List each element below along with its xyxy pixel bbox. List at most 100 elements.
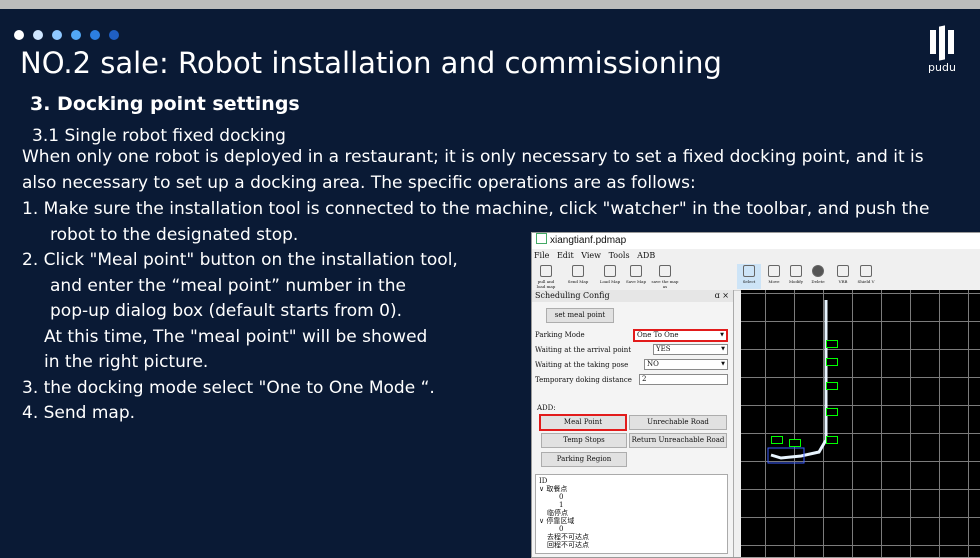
step-3: 3. the docking mode select "One to One M…	[22, 378, 435, 398]
step-1-line-2: robot to the designated stop.	[50, 225, 299, 245]
load-map-icon	[604, 265, 616, 277]
step-2-line-4: At this time, The "meal point" will be s…	[44, 327, 428, 347]
step-2-line-3: pop-up dialog box (default starts from 0…	[50, 301, 402, 321]
return-unreachable-button[interactable]: Return Unreachable Road	[629, 433, 727, 448]
panel-header: Scheduling Config ɑ ×	[532, 290, 733, 302]
parking-mode-label: Parking Mode	[535, 331, 585, 339]
dot-4	[71, 30, 81, 40]
panel-close-icon[interactable]: ɑ ×	[715, 290, 729, 302]
tool-select[interactable]: Select	[737, 264, 761, 289]
app-icon	[536, 233, 547, 244]
unreachable-road-button[interactable]: Unrechable Road	[629, 415, 727, 430]
temp-stops-button[interactable]: Temp Stops	[541, 433, 627, 448]
tool-save-map-as[interactable]: save the map as	[650, 264, 680, 289]
shield-icon	[860, 265, 872, 277]
parking-mode-select[interactable]: One To One ▼	[633, 329, 728, 342]
tool-delete[interactable]: Delete	[806, 264, 830, 289]
pudu-logo-icon	[928, 25, 956, 61]
tree-unreachable-go[interactable]: 去程不可达点	[539, 533, 724, 541]
tool-shield[interactable]: Shield V	[854, 264, 878, 289]
meal-point-marker[interactable]	[789, 439, 801, 447]
top-border	[0, 0, 980, 9]
waiting-taking-select[interactable]: NO ▼	[644, 359, 728, 370]
panel-title: Scheduling Config	[535, 291, 610, 300]
parking-region-button[interactable]: Parking Region	[541, 452, 627, 467]
chevron-down-icon: ▼	[720, 332, 724, 338]
intro-line-1: When only one robot is deployed in a res…	[22, 147, 924, 167]
menu-adb[interactable]: ADB	[637, 251, 655, 260]
tool-modify[interactable]: Modify	[784, 264, 808, 289]
meal-point-marker[interactable]	[826, 436, 838, 444]
meal-point-marker[interactable]	[771, 436, 783, 444]
slide-title: NO.2 sale: Robot installation and commis…	[20, 46, 722, 80]
menu-bar: File Edit View Tools ADB	[532, 249, 980, 263]
dot-2	[33, 30, 43, 40]
scheduling-config-panel: Scheduling Config ɑ × set meal point Park…	[532, 290, 734, 557]
decorative-dots	[14, 30, 119, 40]
delete-icon	[812, 265, 824, 277]
dot-6	[109, 30, 119, 40]
dot-3	[52, 30, 62, 40]
meal-point-marker[interactable]	[826, 382, 838, 390]
intro-line-2: also necessary to set up a docking area.…	[22, 173, 696, 193]
tree-item[interactable]: 0	[539, 493, 724, 501]
map-icon	[540, 265, 552, 277]
temp-docking-label: Temporary doking distance	[535, 376, 632, 384]
step-2-line-1: 2. Click "Meal point" button on the inst…	[22, 250, 458, 270]
cursor-icon	[743, 265, 755, 277]
tree-group-parking[interactable]: ∨ 停靠区域	[539, 517, 724, 525]
menu-view[interactable]: View	[581, 251, 601, 260]
waiting-arrival-select[interactable]: YES ▼	[653, 344, 728, 355]
send-map-icon	[572, 265, 584, 277]
tree-group-meal[interactable]: ∨ 取餐点	[539, 485, 724, 493]
dot-1	[14, 30, 24, 40]
tree-stop-point[interactable]: 临停点	[539, 509, 724, 517]
map-path-overlay	[767, 300, 828, 464]
tool-save-map[interactable]: Save Map	[624, 264, 648, 289]
pudu-logo: pudu	[924, 25, 960, 74]
meal-point-marker[interactable]	[826, 358, 838, 366]
meal-point-marker[interactable]	[826, 408, 838, 416]
step-2-line-2: and enter the “meal point” number in the	[50, 276, 406, 296]
chevron-down-icon: ▼	[721, 361, 725, 367]
meal-point-button[interactable]: Meal Point	[539, 414, 627, 431]
map-canvas[interactable]	[741, 290, 980, 557]
step-2-line-5: in the right picture.	[44, 352, 209, 372]
menu-file[interactable]: File	[534, 251, 549, 260]
tree-unreachable-return[interactable]: 回程不可达点	[539, 541, 724, 549]
step-4: 4. Send map.	[22, 403, 136, 423]
dot-5	[90, 30, 100, 40]
temp-docking-input[interactable]: 2	[639, 374, 728, 385]
app-window-screenshot: xiangtianf.pdmap File Edit View Tools AD…	[531, 232, 980, 558]
pudu-logo-text: pudu	[928, 61, 956, 74]
point-tree: ID ∨ 取餐点 0 1 临停点 ∨ 停靠区域 0 去程不可达点 回程不可达点	[535, 474, 728, 554]
tool-load-map[interactable]: Load Map	[598, 264, 622, 289]
step-1-line-1: 1. Make sure the installation tool is co…	[22, 199, 930, 219]
tool-send-map[interactable]: Send Map	[566, 264, 590, 289]
tree-item[interactable]: 0	[539, 525, 724, 533]
subheading: 3.1 Single robot fixed docking	[32, 126, 286, 146]
section-heading: 3. Docking point settings	[30, 93, 300, 115]
tree-header: ID	[539, 477, 548, 485]
chevron-down-icon: ▼	[721, 346, 725, 352]
save-map-icon	[630, 265, 642, 277]
window-title: xiangtianf.pdmap	[550, 235, 627, 246]
meal-point-marker[interactable]	[826, 340, 838, 348]
floppy-icon	[659, 265, 671, 277]
waiting-arrival-label: Waiting at the arrival point	[535, 346, 632, 354]
toolbar: pull and load map Send Map Load Map Save…	[532, 263, 980, 291]
robot-path	[770, 300, 828, 460]
tool-pull-load-map[interactable]: pull and load map	[534, 264, 558, 289]
tool-vrb[interactable]: VRB	[831, 264, 855, 289]
window-titlebar: xiangtianf.pdmap	[532, 233, 980, 249]
tree-item[interactable]: 1	[539, 501, 724, 509]
set-meal-point-button[interactable]: set meal point	[546, 308, 614, 323]
waiting-taking-label: Waiting at the taking pose	[535, 361, 629, 369]
tool-move[interactable]: Move	[762, 264, 786, 289]
add-label: ADD:	[537, 404, 556, 412]
menu-tools[interactable]: Tools	[609, 251, 630, 260]
menu-edit[interactable]: Edit	[557, 251, 574, 260]
modify-icon	[790, 265, 802, 277]
pin-icon	[837, 265, 849, 277]
move-icon	[768, 265, 780, 277]
